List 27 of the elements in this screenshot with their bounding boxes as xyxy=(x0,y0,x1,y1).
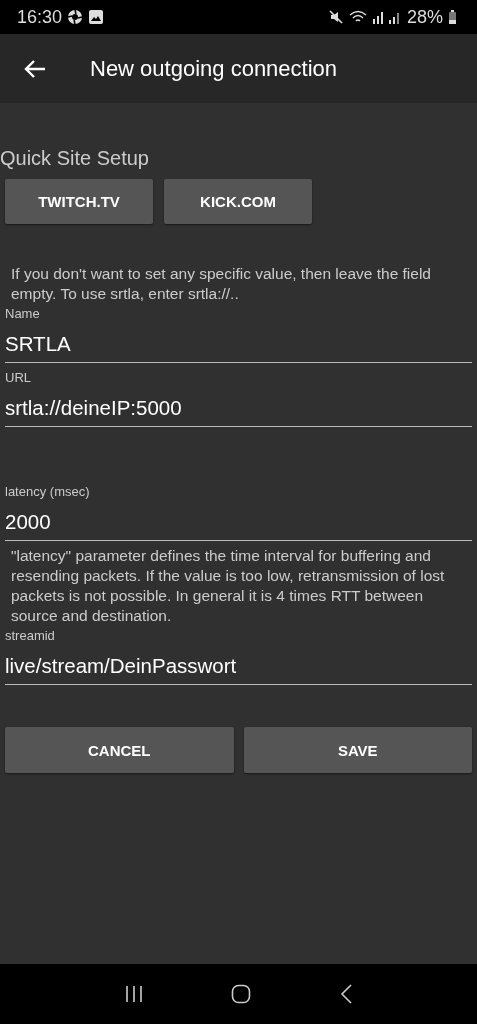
signal-icon xyxy=(371,9,402,25)
help-text: "latency" parameter defines the time interval for buffering and resending packets. If the value is too low, retransmission of lost packets is not possible. In general it is 4 times RTT between source and destination. xyxy=(10,546,446,626)
site-preset-button[interactable]: TWITCH.TV xyxy=(5,179,153,224)
dialog-button[interactable]: CANCEL xyxy=(5,727,234,773)
field-label: latency (msec) xyxy=(5,484,91,499)
aperture-icon xyxy=(67,9,84,25)
recent-apps-icon[interactable] xyxy=(123,985,144,1003)
text-field[interactable]: SRTLA xyxy=(5,321,472,363)
back-arrow-icon[interactable] xyxy=(24,58,46,79)
back-icon[interactable] xyxy=(339,984,354,1004)
battery-percent: 28% xyxy=(406,6,443,28)
hint-text: If you don't want to set any specific value, then leave the field empty. To use srtla, enter srtla://.. xyxy=(10,264,432,304)
battery-icon xyxy=(448,9,457,25)
image-icon xyxy=(88,9,105,25)
text-field[interactable]: 2000 xyxy=(5,499,472,541)
field-label: URL xyxy=(5,370,32,385)
text-field[interactable]: srtla://deineIP:5000 xyxy=(5,385,472,427)
field-label: Name xyxy=(5,306,41,321)
status-time: 16:30 xyxy=(17,6,63,28)
mute-icon xyxy=(327,9,344,25)
text-field[interactable]: live/stream/DeinPasswort xyxy=(5,643,472,685)
dialog-button[interactable]: SAVE xyxy=(243,727,472,773)
field-label: streamid xyxy=(5,628,56,643)
home-icon[interactable] xyxy=(231,984,252,1004)
site-preset-button[interactable]: KICK.COM xyxy=(164,179,312,224)
section-title: Quick Site Setup xyxy=(0,147,150,170)
screen-title: New outgoing connection xyxy=(90,55,338,82)
